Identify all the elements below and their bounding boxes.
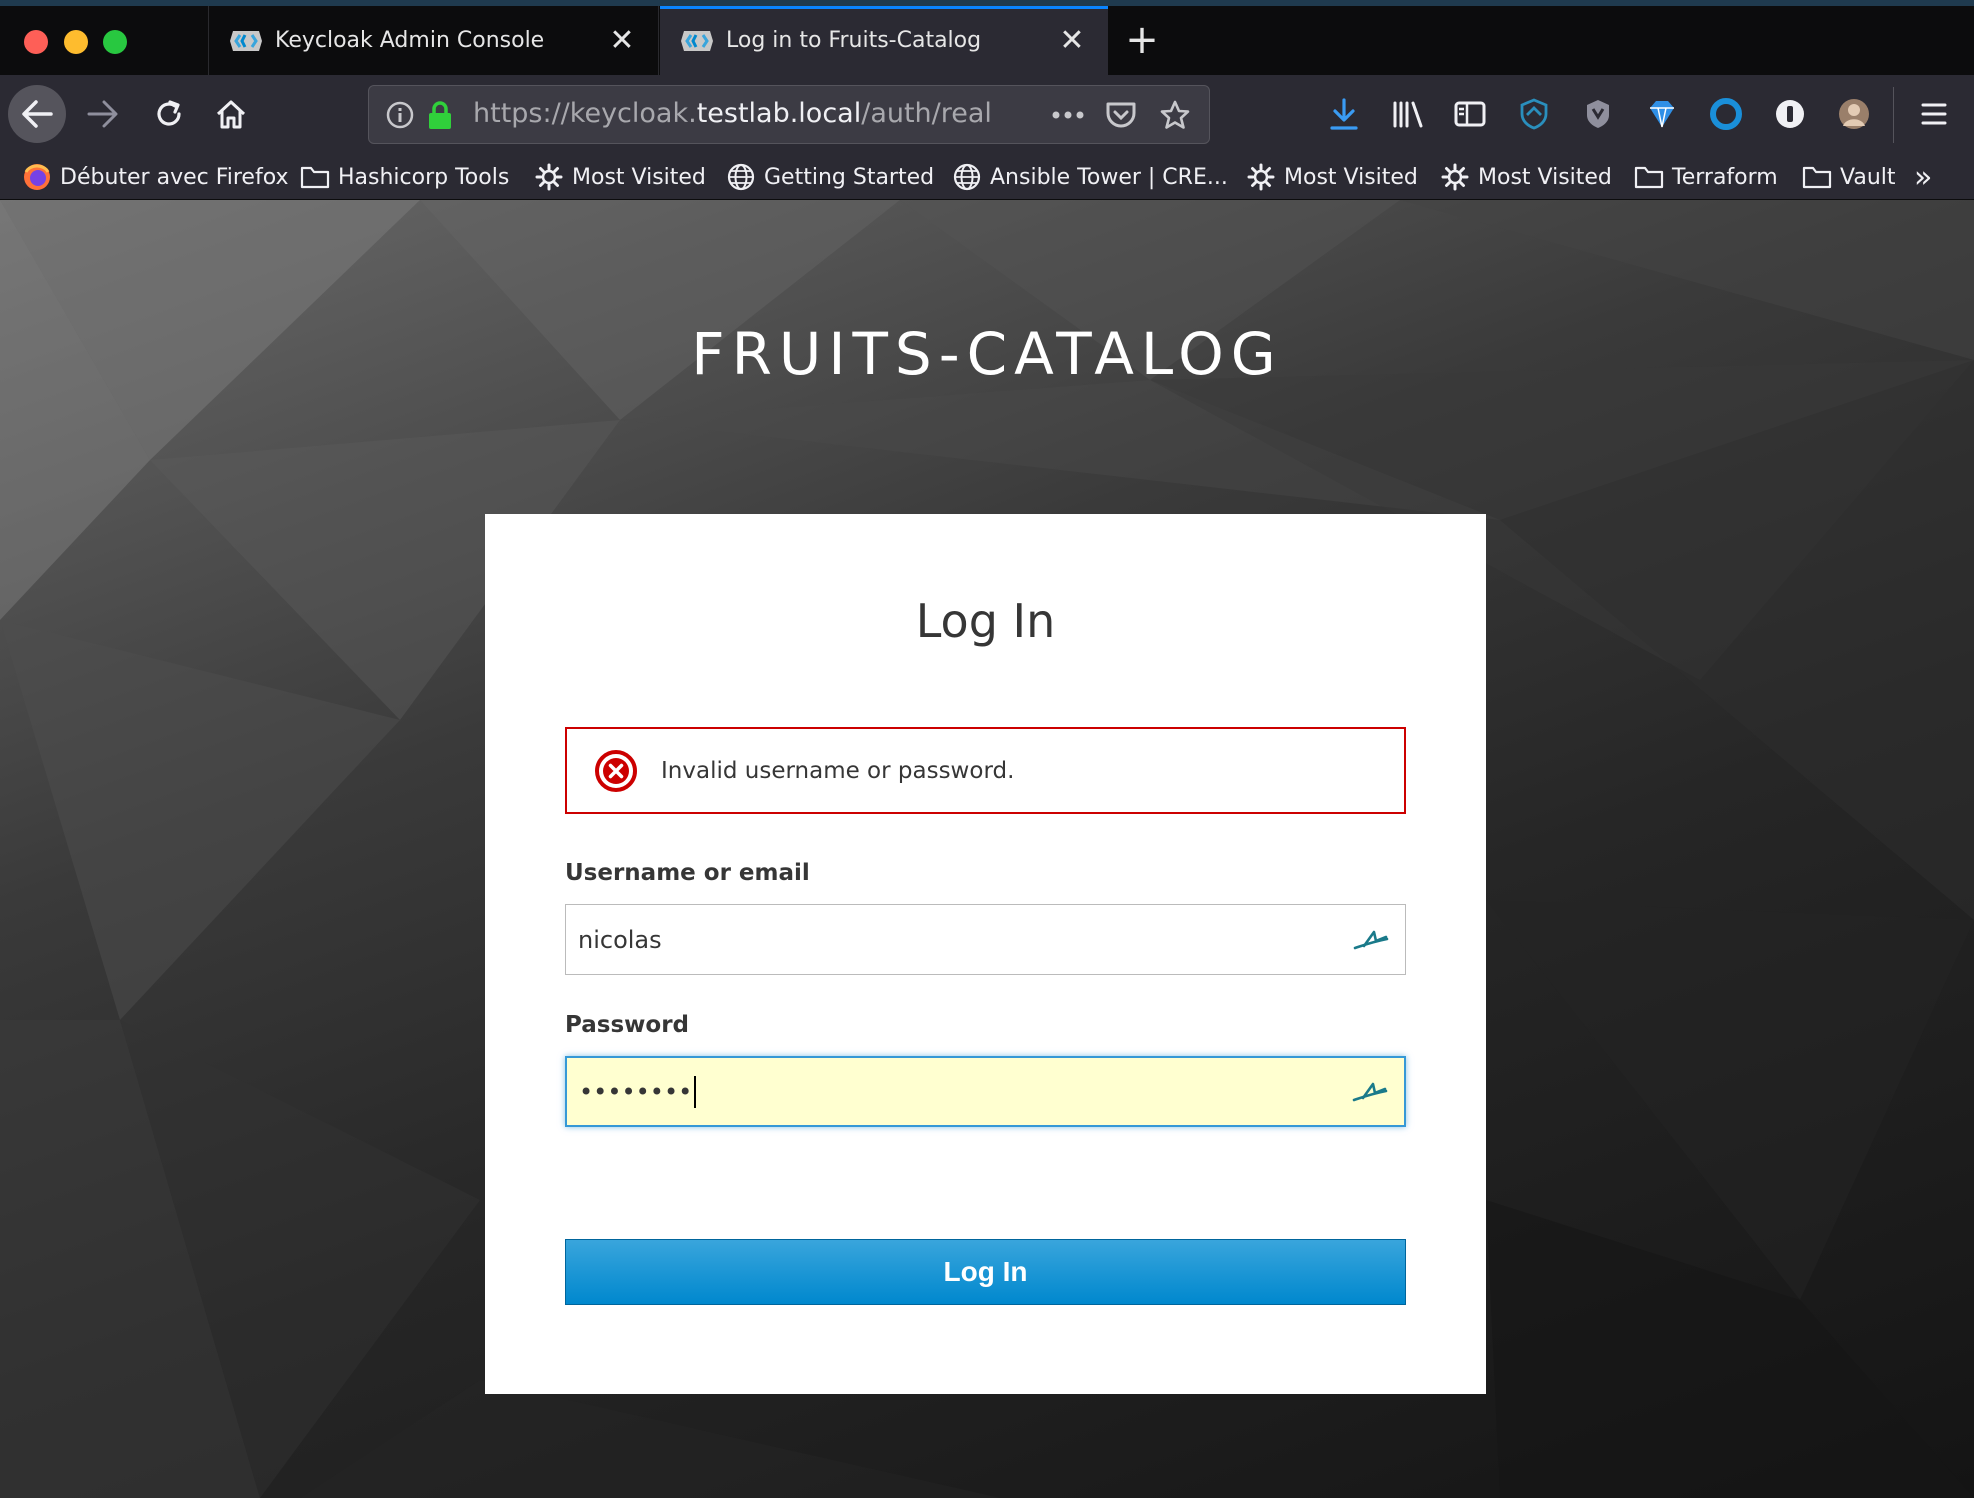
downloads-icon[interactable] xyxy=(1324,94,1364,134)
info-icon[interactable] xyxy=(385,100,415,130)
password-label: Password xyxy=(565,1012,689,1038)
globe-icon xyxy=(952,162,982,192)
error-alert: Invalid username or password. xyxy=(565,727,1406,814)
tab-fruits-catalog-login[interactable]: Log in to Fruits-Catalog ✕ xyxy=(660,6,1108,75)
folder-icon xyxy=(1802,162,1832,192)
password-value: •••••••• xyxy=(579,1077,693,1106)
toolbar-separator xyxy=(1893,87,1894,143)
gear-icon xyxy=(1246,162,1276,192)
page-actions-icon[interactable] xyxy=(1051,100,1085,130)
bookmark-star-icon[interactable] xyxy=(1159,100,1191,130)
globe-icon xyxy=(726,162,756,192)
username-label: Username or email xyxy=(565,860,810,886)
password-field[interactable]: •••••••• xyxy=(565,1056,1406,1127)
gem-extension-icon[interactable] xyxy=(1642,94,1682,134)
library-icon[interactable] xyxy=(1388,94,1428,134)
dashlane-autofill-icon[interactable] xyxy=(1350,1077,1390,1107)
url-host: testlab.local xyxy=(696,98,862,129)
new-tab-button[interactable]: + xyxy=(1118,16,1166,64)
privacy-badger-icon[interactable] xyxy=(1578,94,1618,134)
arrow-right-icon xyxy=(87,100,118,128)
tab-keycloak-admin[interactable]: Keycloak Admin Console ✕ xyxy=(208,6,659,75)
keycloak-favicon-icon xyxy=(229,28,263,54)
text-caret xyxy=(694,1075,697,1108)
window-zoom-button[interactable] xyxy=(103,30,127,54)
keycloak-favicon-icon xyxy=(680,28,714,54)
bookmark-item[interactable]: Getting Started xyxy=(726,160,934,194)
pocket-icon[interactable] xyxy=(1105,100,1137,130)
forward-button[interactable] xyxy=(74,85,132,143)
close-tab-icon[interactable]: ✕ xyxy=(602,23,642,58)
url-prefix: https://keycloak. xyxy=(473,98,697,129)
bookmark-item[interactable]: Most Visited xyxy=(1246,160,1418,194)
hamburger-menu-icon[interactable] xyxy=(1914,94,1954,134)
back-button[interactable] xyxy=(8,85,66,143)
reload-button[interactable] xyxy=(140,85,198,143)
chevron-double-right-icon[interactable]: » xyxy=(1914,160,1932,195)
login-heading: Log In xyxy=(915,594,1056,648)
gear-icon xyxy=(1440,162,1470,192)
bookmark-item[interactable]: Débuter avec Firefox xyxy=(22,160,289,194)
home-icon xyxy=(216,100,246,129)
bookmark-label: Most Visited xyxy=(572,164,706,190)
dashlane-autofill-icon[interactable] xyxy=(1351,925,1391,955)
login-button[interactable]: Log In xyxy=(565,1239,1406,1305)
account-avatar-icon[interactable] xyxy=(1834,94,1874,134)
folder-icon xyxy=(1634,162,1664,192)
bookmark-label: Hashicorp Tools xyxy=(338,164,510,190)
password-value-wrapper[interactable]: •••••••• xyxy=(579,1075,1350,1108)
bookmark-label: Vault xyxy=(1840,164,1896,190)
home-button[interactable] xyxy=(202,85,260,143)
tab-title: Log in to Fruits-Catalog xyxy=(726,28,982,53)
window-close-button[interactable] xyxy=(24,30,48,54)
folder-icon xyxy=(300,162,330,192)
close-tab-icon[interactable]: ✕ xyxy=(1052,23,1092,58)
shield-extension-icon[interactable] xyxy=(1514,94,1554,134)
bookmark-folder[interactable]: Vault xyxy=(1802,160,1896,194)
bookmark-label: Terraform xyxy=(1672,164,1778,190)
login-card: Log In Invalid username or password. Use… xyxy=(485,514,1486,1394)
bookmark-item[interactable]: Most Visited xyxy=(534,160,706,194)
navigation-toolbar: https://keycloak.testlab.local/auth/real… xyxy=(0,75,1974,154)
url-path: /auth/realm xyxy=(861,98,993,129)
sidebar-icon[interactable] xyxy=(1450,94,1490,134)
username-field[interactable]: nicolas xyxy=(565,904,1406,975)
error-circle-x-icon xyxy=(593,748,639,794)
bookmark-label: Getting Started xyxy=(764,164,935,190)
bookmark-label: Most Visited xyxy=(1478,164,1612,190)
error-message: Invalid username or password. xyxy=(661,757,1015,784)
username-value[interactable]: nicolas xyxy=(578,926,1351,954)
reload-icon xyxy=(157,100,181,126)
window-minimize-button[interactable] xyxy=(64,30,88,54)
firefox-icon xyxy=(22,162,52,192)
url-text[interactable]: https://keycloak.testlab.local/auth/real… xyxy=(473,98,993,129)
bookmark-folder[interactable]: Hashicorp Tools xyxy=(300,160,509,194)
bookmark-item[interactable]: Most Visited xyxy=(1440,160,1612,194)
circle-extension-icon[interactable] xyxy=(1706,94,1746,134)
lock-icon[interactable] xyxy=(427,100,453,130)
bookmarks-toolbar: Débuter avec Firefox Hashicorp Tools Mos… xyxy=(0,154,1974,200)
bookmark-item[interactable]: Ansible Tower | CRE... xyxy=(952,160,1228,194)
tab-title: Keycloak Admin Console xyxy=(275,28,545,53)
login-page: FRUITS-CATALOG Log In Invalid username o… xyxy=(0,200,1974,1498)
realm-title: FRUITS-CATALOG xyxy=(691,320,1283,388)
arrow-left-icon xyxy=(22,100,53,128)
bookmark-label: Ansible Tower | CRE... xyxy=(990,164,1228,190)
bookmark-label: Most Visited xyxy=(1284,164,1418,190)
tab-strip: Keycloak Admin Console ✕ Log in to Fruit… xyxy=(0,0,1974,75)
password-manager-icon[interactable] xyxy=(1770,94,1810,134)
bookmark-folder[interactable]: Terraform xyxy=(1634,160,1778,194)
bookmark-label: Débuter avec Firefox xyxy=(60,164,289,190)
gear-icon xyxy=(534,162,564,192)
url-bar[interactable]: https://keycloak.testlab.local/auth/real… xyxy=(368,85,1210,144)
